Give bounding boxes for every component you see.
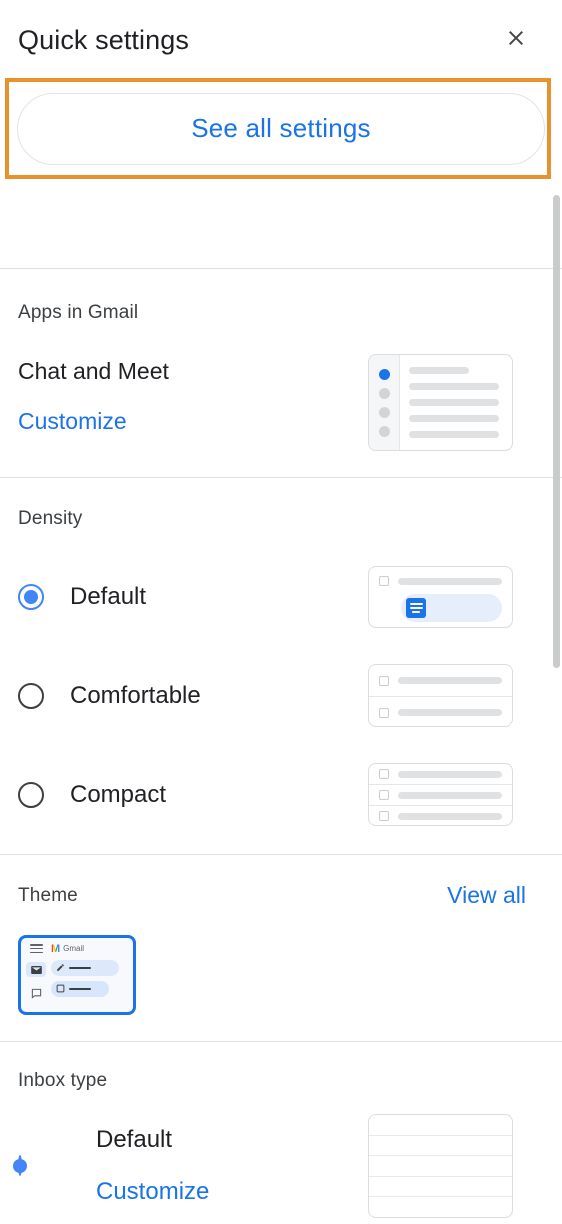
preview-line [409, 367, 470, 374]
highlight-annotation-box [5, 78, 551, 179]
checkbox-icon [379, 707, 389, 718]
close-icon [504, 26, 528, 53]
theme-section-title: Theme [18, 884, 78, 906]
checkbox-icon [379, 790, 389, 800]
inbox-type-option-default[interactable]: Default Customize [18, 1114, 544, 1218]
apps-in-gmail-section: Apps in Gmail Chat and Meet Customize [0, 269, 562, 477]
inbox-type-text: Default Customize [96, 1125, 368, 1207]
preview-line [398, 577, 502, 585]
inbox-type-section: Inbox type Default Customize [0, 1042, 562, 1218]
scrollbar-thumb[interactable] [553, 195, 560, 668]
inbox-square-icon [56, 980, 65, 998]
apps-section-title: Apps in Gmail [18, 302, 139, 323]
radio-inbox-default[interactable] [18, 1155, 22, 1176]
theme-preview-line [69, 967, 91, 969]
radio-density-compact[interactable] [18, 781, 44, 808]
checkbox-icon [379, 769, 389, 779]
panel-header: Quick settings [0, 0, 562, 79]
preview-row [369, 665, 512, 696]
gmail-logo: M Gmail [51, 943, 128, 955]
chat-and-meet-preview-thumbnail [368, 354, 513, 451]
theme-section: Theme View all M Gmail [0, 855, 562, 1041]
rail-dot [378, 406, 390, 418]
radio-density-default[interactable] [18, 584, 44, 610]
preview-row [369, 785, 512, 805]
inbox-type-label-default: Default [96, 1126, 173, 1153]
checkbox-icon [379, 576, 389, 586]
density-label-default: Default [70, 583, 147, 610]
preview-row [369, 1136, 512, 1157]
density-label-compact: Compact [70, 780, 167, 808]
preview-line [409, 399, 500, 406]
preview-line [398, 791, 502, 799]
rail-dot-active [378, 368, 390, 380]
article-icon [406, 598, 426, 618]
rail-dot [378, 387, 390, 399]
chat-and-meet-text: Chat and Meet Customize [18, 354, 169, 436]
rail-dot [378, 425, 390, 437]
theme-preview-row-compose [51, 960, 119, 976]
theme-swatch-selected[interactable]: M Gmail [18, 935, 136, 1015]
quick-settings-panel: Quick settings See all settings Apps in … [0, 0, 562, 1224]
density-option-default[interactable]: Default [18, 566, 544, 628]
page-title: Quick settings [18, 24, 189, 55]
theme-header-row: Theme View all [18, 882, 544, 909]
preview-row [369, 697, 512, 726]
inbox-type-section-title: Inbox type [18, 1070, 108, 1091]
close-button[interactable] [496, 20, 536, 60]
preview-row [369, 1197, 512, 1217]
pencil-icon [56, 959, 65, 977]
inbox-radio-wrapper [18, 1155, 44, 1176]
chat-bubble-icon [31, 986, 42, 1004]
preview-row [369, 1115, 512, 1136]
preview-line [398, 709, 502, 716]
inbox-type-preview-default [368, 1114, 513, 1218]
preview-line [398, 677, 502, 684]
preview-selected-pill [401, 594, 502, 622]
preview-row [369, 806, 512, 825]
checkbox-icon [379, 675, 389, 686]
theme-preview-line [69, 988, 91, 990]
preview-line [398, 812, 502, 820]
preview-row [369, 576, 512, 586]
chat-and-meet-row: Chat and Meet Customize [18, 354, 544, 451]
density-preview-default [368, 566, 513, 628]
density-section-title: Density [18, 508, 83, 529]
checkbox-icon [379, 811, 389, 821]
gmail-logo-letter: M [51, 942, 61, 955]
theme-preview-body: M Gmail [51, 938, 133, 1012]
preview-line [398, 770, 502, 778]
density-option-compact[interactable]: Compact [18, 763, 544, 826]
apps-customize-link[interactable]: Customize [18, 406, 127, 436]
hamburger-menu-icon [29, 944, 43, 953]
theme-view-all-link[interactable]: View all [447, 882, 526, 909]
preview-row [369, 1177, 512, 1198]
density-preview-compact [368, 763, 513, 826]
density-label-comfortable: Comfortable [70, 681, 201, 709]
mail-icon [26, 962, 46, 977]
theme-preview-rail [21, 938, 51, 1012]
preview-list-body [400, 355, 512, 450]
preview-left-rail [369, 355, 400, 450]
preview-line [409, 383, 500, 390]
preview-line [409, 415, 500, 422]
preview-row [369, 764, 512, 784]
chat-and-meet-label: Chat and Meet [18, 358, 169, 384]
density-option-comfortable[interactable]: Comfortable [18, 664, 544, 727]
gmail-logo-wordmark: Gmail [63, 944, 85, 953]
inbox-customize-link[interactable]: Customize [96, 1177, 209, 1207]
radio-density-comfortable[interactable] [18, 682, 44, 709]
preview-line [409, 431, 500, 438]
preview-row [369, 1156, 512, 1177]
density-preview-comfortable [368, 664, 513, 727]
theme-preview-row-inbox [51, 981, 109, 997]
density-section: Density Default Comfortable Compact [0, 478, 562, 854]
